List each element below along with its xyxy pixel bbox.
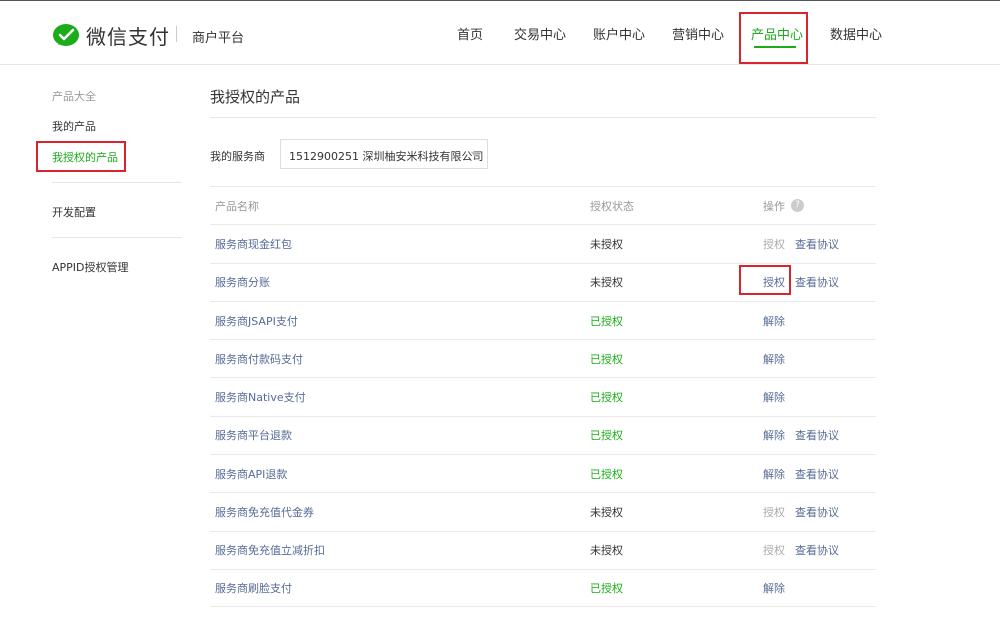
view-agreement-link[interactable]: 查看协议 xyxy=(795,542,839,558)
nav-highlight-box xyxy=(739,12,808,64)
product-name-link[interactable]: 服务商现金红包 xyxy=(215,236,292,252)
sidebar-item-dev-config[interactable]: 开发配置 xyxy=(52,204,96,220)
table-row: 服务商Native支付 已授权 解除 xyxy=(210,377,876,415)
table-row: 服务商付款码支付 已授权 解除 xyxy=(210,339,876,377)
operation-cell: 解除 xyxy=(763,580,785,596)
brand-logo[interactable]: 微信支付 xyxy=(52,21,170,50)
revoke-button[interactable]: 解除 xyxy=(763,580,785,596)
auth-status: 未授权 xyxy=(590,276,623,290)
product-name-link[interactable]: 服务商免充值代金券 xyxy=(215,504,314,520)
page-title: 我授权的产品 xyxy=(210,88,301,106)
sidebar-divider xyxy=(52,237,182,238)
auth-status: 已授权 xyxy=(590,314,623,328)
provider-select-value: 1512900251 深圳柚安米科技有限公司 xyxy=(289,150,484,163)
product-name-link[interactable]: 服务商刷脸支付 xyxy=(215,580,292,596)
header-product-name: 产品名称 xyxy=(215,199,259,213)
product-name-link[interactable]: 服务商平台退款 xyxy=(215,427,292,443)
platform-subtitle: 商户平台 xyxy=(192,31,245,46)
revoke-button[interactable]: 解除 xyxy=(763,466,785,482)
authorize-highlight-box xyxy=(739,265,791,295)
auth-status: 已授权 xyxy=(590,467,623,481)
brand-name: 微信支付 xyxy=(86,25,170,49)
table-row: 服务商免充值立减折扣 未授权 授权 查看协议 xyxy=(210,530,876,569)
product-name-link[interactable]: 服务商分账 xyxy=(215,274,270,290)
authorize-button: 授权 xyxy=(763,506,785,520)
sidebar-item-appid-auth[interactable]: APPID授权管理 xyxy=(52,259,129,275)
help-icon[interactable]: ? xyxy=(791,199,804,213)
nav-home[interactable]: 首页 xyxy=(457,24,483,43)
product-name-link[interactable]: 服务商付款码支付 xyxy=(215,351,303,367)
sidebar-divider xyxy=(52,182,182,183)
operation-cell: 授权 查看协议 xyxy=(763,504,839,520)
authorize-button: 授权 xyxy=(763,237,785,251)
operation-cell: 授权 查看协议 xyxy=(763,236,839,252)
sidebar-group-title: 产品大全 xyxy=(52,90,96,103)
header-operation-label: 操作 xyxy=(763,199,785,213)
auth-status: 已授权 xyxy=(590,582,623,596)
nav-data-center[interactable]: 数据中心 xyxy=(830,24,882,43)
table-row: 服务商现金红包 未授权 授权 查看协议 xyxy=(210,224,876,262)
revoke-button[interactable]: 解除 xyxy=(763,427,785,443)
auth-status: 未授权 xyxy=(590,506,623,520)
provider-label: 我的服务商 xyxy=(210,150,265,163)
view-agreement-link[interactable]: 查看协议 xyxy=(795,466,839,482)
product-name-link[interactable]: 服务商Native支付 xyxy=(215,389,306,405)
title-divider xyxy=(210,117,876,118)
table-row: 服务商刷脸支付 已授权 解除 xyxy=(210,568,876,608)
product-name-link[interactable]: 服务商API退款 xyxy=(215,466,287,482)
operation-cell: 解除 xyxy=(763,389,785,405)
header-auth-status: 授权状态 xyxy=(590,199,634,213)
revoke-button[interactable]: 解除 xyxy=(763,389,785,405)
auth-status: 已授权 xyxy=(590,352,623,366)
sidebar-item-my-products[interactable]: 我的产品 xyxy=(52,118,96,134)
revoke-button[interactable]: 解除 xyxy=(763,313,785,329)
wechat-pay-logo-icon xyxy=(53,23,79,46)
view-agreement-link[interactable]: 查看协议 xyxy=(795,236,839,252)
table-row: 服务商平台退款 已授权 解除 查看协议 xyxy=(210,415,876,454)
view-agreement-link[interactable]: 查看协议 xyxy=(795,504,839,520)
nav-trade-center[interactable]: 交易中心 xyxy=(514,24,566,43)
table-row: 服务商API退款 已授权 解除 查看协议 xyxy=(210,454,876,492)
view-agreement-link[interactable]: 查看协议 xyxy=(795,274,839,290)
nav-account-center[interactable]: 账户中心 xyxy=(593,24,645,43)
header-divider xyxy=(176,26,177,42)
operation-cell: 授权 查看协议 xyxy=(763,542,839,558)
products-table: 产品名称 授权状态 操作 ? 服务商现金红包 未授权 授权 查看协议 服务商分账 未授权授… xyxy=(210,186,876,608)
auth-status: 未授权 xyxy=(590,237,623,251)
operation-cell: 解除 xyxy=(763,351,785,367)
operation-cell: 解除 查看协议 xyxy=(763,427,839,443)
operation-cell: 解除 查看协议 xyxy=(763,466,839,482)
product-name-link[interactable]: 服务商JSAPI支付 xyxy=(215,313,298,329)
table-row: 服务商JSAPI支付 已授权 解除 xyxy=(210,300,876,339)
provider-select[interactable]: 1512900251 深圳柚安米科技有限公司 xyxy=(280,139,488,169)
nav-marketing-center[interactable]: 营销中心 xyxy=(672,24,724,43)
view-agreement-link[interactable]: 查看协议 xyxy=(795,427,839,443)
auth-status: 未授权 xyxy=(590,544,623,558)
sidebar-highlight-box xyxy=(36,141,126,172)
auth-status: 已授权 xyxy=(590,429,623,443)
operation-cell: 解除 xyxy=(763,313,785,329)
table-header-row: 产品名称 授权状态 操作 ? xyxy=(210,186,876,224)
auth-status: 已授权 xyxy=(590,391,623,405)
header-operation: 操作 ? xyxy=(763,198,804,214)
header: 微信支付 商户平台 首页 交易中心 账户中心 营销中心 产品中心 数据中心 xyxy=(0,4,1000,65)
revoke-button[interactable]: 解除 xyxy=(763,351,785,367)
authorize-button: 授权 xyxy=(763,544,785,558)
chevron-down-icon xyxy=(471,152,479,157)
product-name-link[interactable]: 服务商免充值立减折扣 xyxy=(215,542,325,558)
table-row: 服务商免充值代金券 未授权 授权 查看协议 xyxy=(210,492,876,530)
